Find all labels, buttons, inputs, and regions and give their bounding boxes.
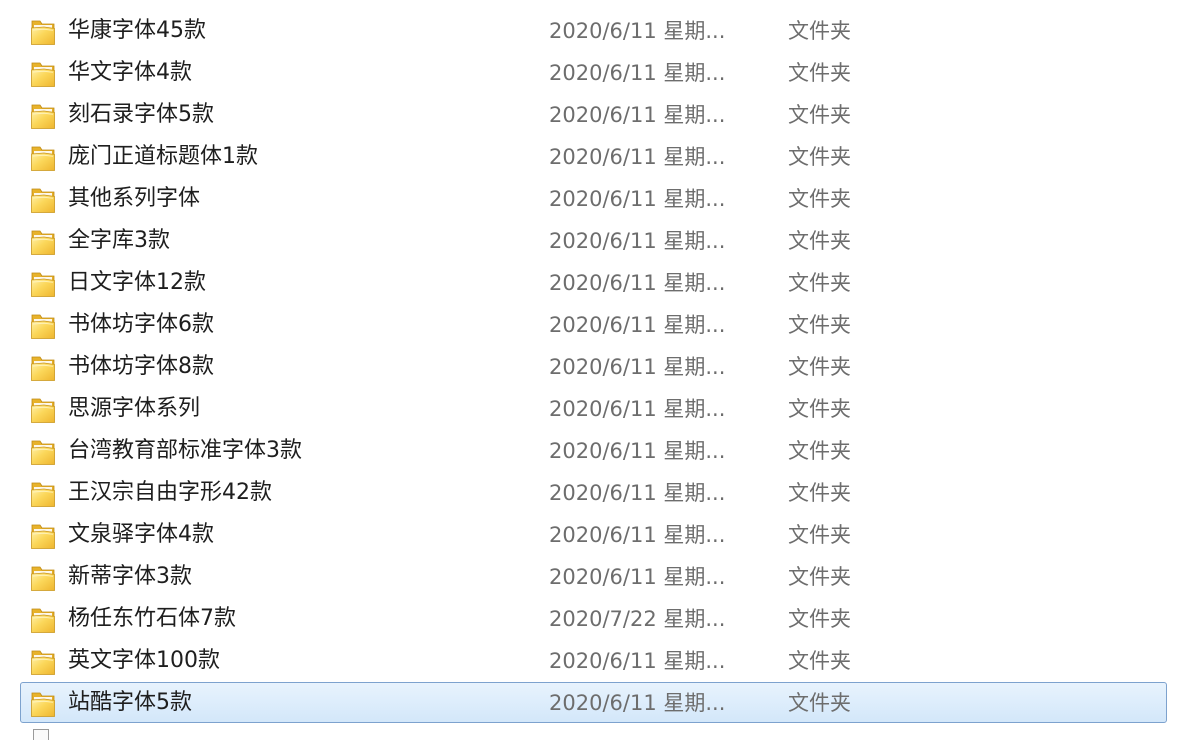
list-item[interactable]: 华文字体4款 2020/6/11 星期... 文件夹 xyxy=(0,52,1192,94)
file-type: 文件夹 xyxy=(788,523,851,547)
list-item[interactable]: 全字库3款 2020/6/11 星期... 文件夹 xyxy=(0,220,1192,262)
file-name[interactable]: 华康字体45款 xyxy=(68,10,206,52)
modified-date: 2020/6/11 星期... xyxy=(549,103,726,127)
folder-icon xyxy=(30,58,56,88)
file-type: 文件夹 xyxy=(788,691,851,715)
folder-icon xyxy=(30,646,56,676)
file-type: 文件夹 xyxy=(788,61,851,85)
modified-date: 2020/6/11 星期... xyxy=(549,61,726,85)
folder-icon xyxy=(30,436,56,466)
file-name[interactable]: 刻石录字体5款 xyxy=(68,94,214,136)
file-name[interactable]: 书体坊字体8款 xyxy=(68,346,214,388)
folder-icon xyxy=(30,520,56,550)
list-item[interactable]: 站酷字体5款 2020/6/11 星期... 文件夹 xyxy=(0,682,1192,724)
list-item[interactable]: 日文字体12款 2020/6/11 星期... 文件夹 xyxy=(0,262,1192,304)
file-type: 文件夹 xyxy=(788,19,851,43)
list-item[interactable]: 思源字体系列 2020/6/11 星期... 文件夹 xyxy=(0,388,1192,430)
folder-icon xyxy=(30,604,56,634)
file-name[interactable]: 杨任东竹石体7款 xyxy=(68,598,236,640)
modified-date: 2020/6/11 星期... xyxy=(549,313,726,337)
list-item[interactable]: 其他系列字体 2020/6/11 星期... 文件夹 xyxy=(0,178,1192,220)
modified-date: 2020/6/11 星期... xyxy=(549,649,726,673)
folder-icon xyxy=(30,100,56,130)
modified-date: 2020/6/11 星期... xyxy=(549,187,726,211)
folder-icon xyxy=(30,142,56,172)
file-type: 文件夹 xyxy=(788,649,851,673)
file-type: 文件夹 xyxy=(788,355,851,379)
folder-icon xyxy=(30,184,56,214)
file-name[interactable]: 书体坊字体6款 xyxy=(68,304,214,346)
file-type: 文件夹 xyxy=(788,187,851,211)
file-type: 文件夹 xyxy=(788,397,851,421)
list-item[interactable]: 英文字体100款 2020/6/11 星期... 文件夹 xyxy=(0,640,1192,682)
file-type: 文件夹 xyxy=(788,313,851,337)
modified-date: 2020/6/11 星期... xyxy=(549,481,726,505)
modified-date: 2020/6/11 星期... xyxy=(549,439,726,463)
modified-date: 2020/7/22 星期... xyxy=(549,607,726,631)
list-item[interactable]: 台湾教育部标准字体3款 2020/6/11 星期... 文件夹 xyxy=(0,430,1192,472)
partially-visible-file-icon xyxy=(33,729,49,740)
file-type: 文件夹 xyxy=(788,145,851,169)
list-item[interactable]: 庞门正道标题体1款 2020/6/11 星期... 文件夹 xyxy=(0,136,1192,178)
file-name[interactable]: 文泉驿字体4款 xyxy=(68,514,214,556)
modified-date: 2020/6/11 星期... xyxy=(549,691,726,715)
file-name[interactable]: 其他系列字体 xyxy=(68,178,200,220)
list-item[interactable]: 文泉驿字体4款 2020/6/11 星期... 文件夹 xyxy=(0,514,1192,556)
folder-icon xyxy=(30,268,56,298)
folder-icon xyxy=(30,310,56,340)
modified-date: 2020/6/11 星期... xyxy=(549,397,726,421)
modified-date: 2020/6/11 星期... xyxy=(549,355,726,379)
folder-icon xyxy=(30,562,56,592)
folder-icon xyxy=(30,688,56,718)
modified-date: 2020/6/11 星期... xyxy=(549,565,726,589)
file-name[interactable]: 庞门正道标题体1款 xyxy=(68,136,258,178)
folder-icon xyxy=(30,16,56,46)
list-item[interactable]: 刻石录字体5款 2020/6/11 星期... 文件夹 xyxy=(0,94,1192,136)
file-name[interactable]: 台湾教育部标准字体3款 xyxy=(68,430,302,472)
file-type: 文件夹 xyxy=(788,103,851,127)
file-name[interactable]: 全字库3款 xyxy=(68,220,170,262)
list-item[interactable]: 书体坊字体6款 2020/6/11 星期... 文件夹 xyxy=(0,304,1192,346)
modified-date: 2020/6/11 星期... xyxy=(549,229,726,253)
file-name[interactable]: 新蒂字体3款 xyxy=(68,556,192,598)
file-type: 文件夹 xyxy=(788,439,851,463)
modified-date: 2020/6/11 星期... xyxy=(549,145,726,169)
folder-icon xyxy=(30,394,56,424)
list-item[interactable]: 书体坊字体8款 2020/6/11 星期... 文件夹 xyxy=(0,346,1192,388)
file-type: 文件夹 xyxy=(788,271,851,295)
modified-date: 2020/6/11 星期... xyxy=(549,523,726,547)
list-item[interactable]: 华康字体45款 2020/6/11 星期... 文件夹 xyxy=(0,10,1192,52)
file-name[interactable]: 日文字体12款 xyxy=(68,262,206,304)
file-name[interactable]: 王汉宗自由字形42款 xyxy=(68,472,272,514)
modified-date: 2020/6/11 星期... xyxy=(549,271,726,295)
file-name[interactable]: 站酷字体5款 xyxy=(68,682,192,724)
list-item[interactable]: 杨任东竹石体7款 2020/7/22 星期... 文件夹 xyxy=(0,598,1192,640)
file-name[interactable]: 英文字体100款 xyxy=(68,640,220,682)
file-type: 文件夹 xyxy=(788,481,851,505)
file-name[interactable]: 华文字体4款 xyxy=(68,52,192,94)
list-item[interactable]: 新蒂字体3款 2020/6/11 星期... 文件夹 xyxy=(0,556,1192,598)
folder-icon xyxy=(30,226,56,256)
file-type: 文件夹 xyxy=(788,565,851,589)
list-item[interactable]: 王汉宗自由字形42款 2020/6/11 星期... 文件夹 xyxy=(0,472,1192,514)
file-name[interactable]: 思源字体系列 xyxy=(68,388,200,430)
modified-date: 2020/6/11 星期... xyxy=(549,19,726,43)
folder-icon xyxy=(30,352,56,382)
folder-icon xyxy=(30,478,56,508)
file-type: 文件夹 xyxy=(788,229,851,253)
file-list: 华康字体45款 2020/6/11 星期... 文件夹 华文字体4款 2020/6/11… xyxy=(0,10,1192,724)
file-type: 文件夹 xyxy=(788,607,851,631)
